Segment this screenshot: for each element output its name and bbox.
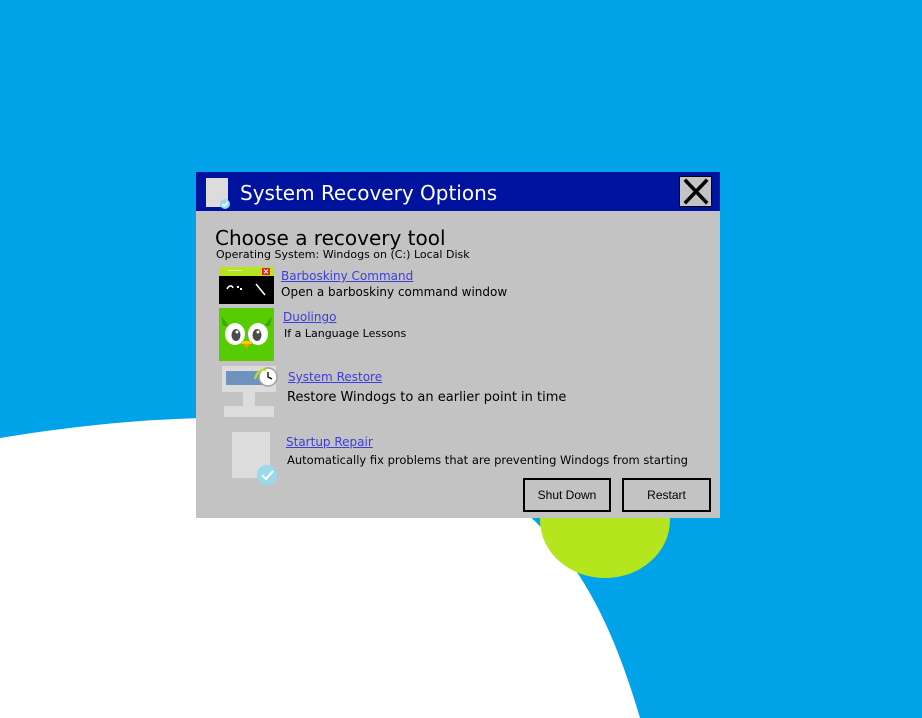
duolingo-link[interactable]: Duolingo: [283, 310, 336, 325]
barboskiny-command-link[interactable]: Barboskiny Command: [281, 269, 413, 284]
title-bar: System Recovery Options: [196, 172, 720, 211]
restart-button[interactable]: Restart: [622, 478, 711, 512]
system-restore-description: Restore Windogs to an earlier point in t…: [287, 390, 567, 405]
duolingo-owl-icon: [219, 308, 274, 361]
desktop: System Recovery Options Choose a recover…: [0, 0, 922, 718]
operating-system-label: Operating System: Windogs on (C:) Local …: [216, 248, 470, 261]
document-check-icon: [206, 178, 230, 209]
command-prompt-icon: [219, 267, 274, 304]
recovery-dialog: System Recovery Options Choose a recover…: [196, 172, 720, 518]
startup-repair-link[interactable]: Startup Repair: [286, 435, 373, 450]
startup-repair-description: Automatically fix problems that are prev…: [287, 453, 688, 467]
system-restore-link[interactable]: System Restore: [288, 370, 382, 385]
close-button[interactable]: [679, 176, 712, 207]
shut-down-button[interactable]: Shut Down: [523, 478, 611, 512]
startup-repair-icon: [232, 432, 277, 485]
close-icon: [683, 178, 709, 205]
system-restore-icon: [222, 366, 278, 417]
window-title: System Recovery Options: [240, 181, 498, 205]
duolingo-description: If a Language Lessons: [284, 327, 407, 340]
barboskiny-command-description: Open a barboskiny command window: [281, 285, 508, 299]
